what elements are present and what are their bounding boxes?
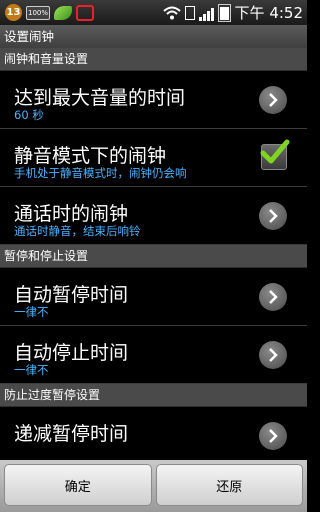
setting-subtitle: 手机处于静音模式时，闹钟仍会响 (14, 166, 187, 180)
setting-auto-snooze-time[interactable]: 自动暂停时间 一律不 (0, 268, 307, 326)
section-header-alarm-volume: 闹钟和音量设置 (0, 48, 307, 71)
checkmark-icon (260, 139, 290, 164)
setting-subtitle: 60 秒 (14, 108, 44, 122)
button-bar: 确定 还原 (0, 460, 307, 512)
status-bar: 13 100% 下午 4:52 (0, 0, 307, 25)
setting-max-volume-time[interactable]: 达到最大音量的时间 60 秒 (0, 71, 307, 129)
setting-subtitle: 一律不 (14, 363, 49, 377)
setting-silent-mode-alarm[interactable]: 静音模式下的闹钟 手机处于静音模式时，闹钟仍会响 (0, 129, 307, 187)
setting-decreasing-snooze-time[interactable]: 递减暂停时间 (0, 407, 307, 465)
battery-icon (217, 3, 231, 22)
revert-button[interactable]: 还原 (155, 464, 303, 506)
chevron-right-icon[interactable] (259, 283, 287, 311)
section-header-over-snooze: 防止过度暂停设置 (0, 384, 307, 407)
battery-widget-icon: 100% (26, 5, 50, 20)
chevron-right-icon[interactable] (259, 202, 287, 230)
setting-title: 达到最大音量的时间 (14, 87, 186, 109)
chevron-right-icon[interactable] (259, 86, 287, 114)
wifi-icon (162, 6, 181, 19)
silent-alarm-checkbox[interactable] (260, 139, 290, 170)
sim-icon (184, 5, 195, 20)
setting-subtitle: 一律不 (14, 305, 49, 319)
confirm-button[interactable]: 确定 (4, 464, 152, 506)
chevron-right-icon[interactable] (259, 422, 287, 450)
signal-strength-icon (198, 5, 214, 21)
page-title: 设置闹钟 (0, 25, 307, 48)
chevron-right-icon[interactable] (259, 341, 287, 369)
setting-title: 递减暂停时间 (14, 423, 129, 445)
status-time: 下午 4:52 (234, 4, 303, 22)
notification-count-icon: 13 (5, 4, 22, 21)
settings-list: 闹钟和音量设置 达到最大音量的时间 60 秒 静音模式下的闹钟 手机处于静音模式… (0, 48, 307, 465)
setting-call-alarm[interactable]: 通话时的闹钟 通话时静音，结束后响铃 (0, 187, 307, 245)
setting-title: 自动暂停时间 (14, 284, 129, 306)
leaf-app-icon (54, 5, 72, 20)
mail-notification-icon (76, 4, 94, 21)
setting-subtitle: 通话时静音，结束后响铃 (14, 224, 141, 238)
setting-title: 通话时的闹钟 (14, 203, 129, 225)
setting-title: 静音模式下的闹钟 (14, 145, 167, 167)
section-header-snooze-stop: 暂停和停止设置 (0, 245, 307, 268)
setting-auto-stop-time[interactable]: 自动停止时间 一律不 (0, 326, 307, 384)
setting-title: 自动停止时间 (14, 342, 129, 364)
